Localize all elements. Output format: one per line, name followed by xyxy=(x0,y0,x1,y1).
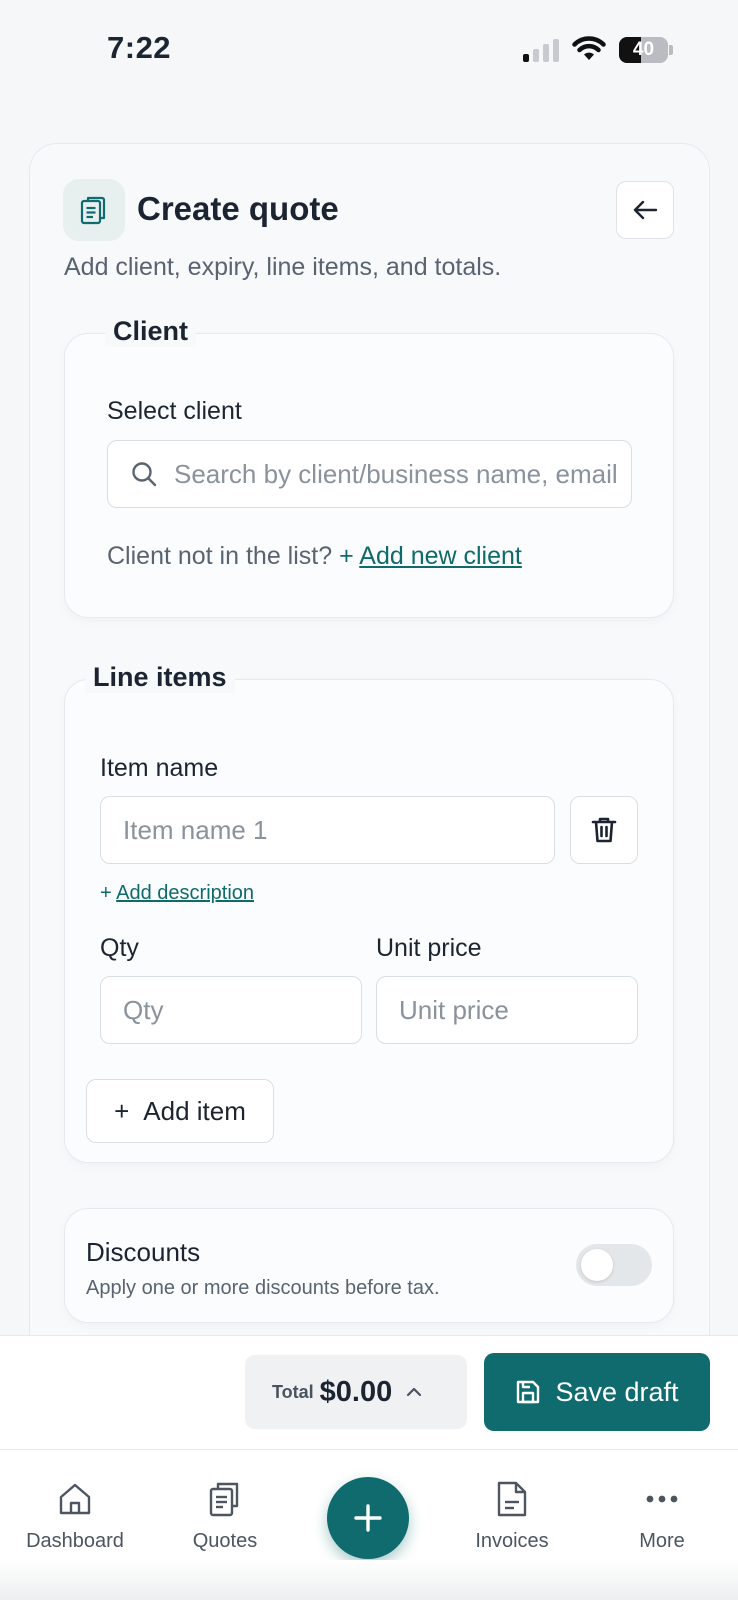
client-not-in-list-text: Client not in the list? xyxy=(107,542,333,570)
qty-placeholder: Qty xyxy=(123,994,164,1025)
add-item-plus: + xyxy=(114,1095,130,1126)
nav-dashboard[interactable]: Dashboard xyxy=(15,1478,135,1553)
signal-icon xyxy=(523,38,561,62)
qty-input[interactable]: Qty xyxy=(100,976,362,1044)
add-client-plus: + xyxy=(339,542,354,570)
item-name-label: Item name xyxy=(100,754,219,782)
item-name-input[interactable]: Item name 1 xyxy=(100,796,555,864)
total-value: $0.00 xyxy=(319,1375,393,1408)
unit-price-input[interactable]: Unit price xyxy=(376,976,638,1044)
home-indicator-area xyxy=(0,1560,738,1600)
discounts-toggle[interactable] xyxy=(576,1244,652,1286)
total-summary-button[interactable]: Total $0.00 xyxy=(245,1355,467,1429)
client-search-input[interactable]: Search by client/business name, email xyxy=(107,440,632,508)
chevron-up-icon xyxy=(407,1387,422,1397)
total-label: Total xyxy=(272,1381,314,1402)
home-icon xyxy=(59,1483,91,1515)
select-client-label: Select client xyxy=(107,397,242,425)
status-bar: 7:22 40 xyxy=(0,0,738,100)
status-time: 7:22 xyxy=(107,30,172,65)
save-draft-button[interactable]: Save draft xyxy=(484,1353,710,1431)
discounts-description: Apply one or more discounts before tax. xyxy=(86,1277,440,1299)
nav-more[interactable]: More xyxy=(602,1478,722,1553)
add-item-label: Add item xyxy=(143,1095,246,1126)
discounts-title: Discounts xyxy=(86,1237,201,1267)
battery-icon: 40 xyxy=(619,37,673,63)
arrow-left-icon xyxy=(633,200,658,220)
document-icon xyxy=(497,1481,527,1517)
delete-item-button[interactable] xyxy=(570,796,638,864)
item-name-placeholder: Item name 1 xyxy=(123,814,268,845)
battery-level: 40 xyxy=(632,39,655,60)
client-search-placeholder: Search by client/business name, email xyxy=(174,458,618,489)
save-draft-label: Save draft xyxy=(555,1376,679,1407)
add-description-plus: + xyxy=(100,882,112,904)
nav-quotes[interactable]: Quotes xyxy=(165,1478,285,1553)
add-item-button[interactable]: + Add item xyxy=(86,1079,274,1143)
create-fab-button[interactable] xyxy=(327,1477,409,1559)
nav-more-label: More xyxy=(639,1530,685,1552)
client-not-in-list: Client not in the list? + Add new client xyxy=(107,542,522,571)
toggle-knob xyxy=(581,1249,613,1281)
trash-icon xyxy=(591,817,617,843)
add-description-link[interactable]: Add description xyxy=(116,882,254,904)
add-new-client-link[interactable]: Add new client xyxy=(359,542,522,570)
clipboard-icon xyxy=(63,179,125,241)
plus-icon xyxy=(354,1504,382,1532)
save-icon xyxy=(517,1380,540,1404)
qty-label: Qty xyxy=(100,934,139,962)
nav-invoices[interactable]: Invoices xyxy=(452,1478,572,1553)
nav-invoices-label: Invoices xyxy=(475,1530,549,1552)
wifi-icon xyxy=(572,36,606,60)
line-items-legend: Line items xyxy=(85,662,235,693)
back-button[interactable] xyxy=(616,181,674,239)
unit-price-placeholder: Unit price xyxy=(399,994,509,1025)
nav-dashboard-label: Dashboard xyxy=(26,1530,124,1552)
client-legend: Client xyxy=(105,316,197,347)
unit-price-label: Unit price xyxy=(376,934,482,962)
more-icon xyxy=(646,1495,678,1503)
search-icon xyxy=(132,462,157,487)
clipboard-icon xyxy=(209,1482,239,1517)
page-title: Create quote xyxy=(137,190,339,227)
add-description[interactable]: + Add description xyxy=(100,882,254,905)
nav-quotes-label: Quotes xyxy=(192,1530,258,1552)
page-subtitle: Add client, expiry, line items, and tota… xyxy=(64,253,502,281)
